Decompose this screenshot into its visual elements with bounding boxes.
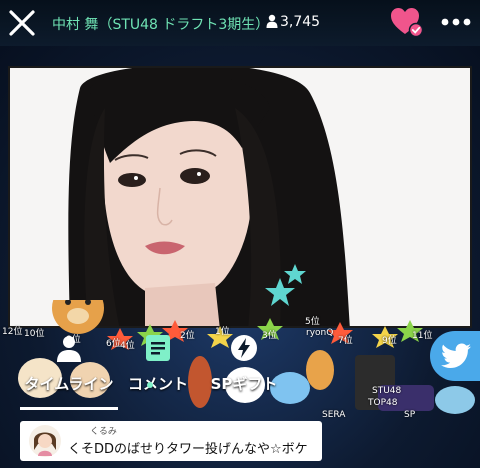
close-icon [9, 10, 35, 36]
tab-label: SPギフト [210, 375, 278, 393]
selected-tab-underline [20, 407, 118, 410]
gift-label: SP [404, 410, 416, 420]
comment-username: くるみ [90, 427, 117, 437]
twitter-share-button[interactable] [430, 331, 480, 381]
bear-gift [52, 300, 104, 334]
gift-label: ryonQ [306, 328, 334, 338]
follow-button[interactable] [390, 6, 424, 38]
heart-check-icon [391, 8, 424, 38]
gift-rank: 5位 [305, 317, 320, 327]
gift-label: SERA [322, 410, 346, 420]
gift-label: STU48 [372, 386, 402, 396]
person-icon [266, 14, 278, 28]
comment-icon [146, 335, 170, 361]
lightning-icon [231, 335, 257, 361]
tab-comment[interactable]: コメント [120, 333, 196, 394]
comment-item[interactable]: くるみ くそDDのばせりタワー投げんなや☆ボケ [20, 421, 322, 461]
viewer-count-value: 3,745 [280, 14, 321, 30]
gift-rank: 9位 [382, 336, 397, 346]
live-video[interactable] [8, 66, 472, 328]
gift-label: TOP48 [368, 398, 398, 408]
tab-bar: タイムライン コメント SPギフト [0, 333, 300, 413]
person-icon [57, 336, 81, 362]
close-button[interactable] [6, 7, 38, 39]
viewer-count: 3,745 [266, 14, 320, 30]
more-button[interactable] [438, 10, 474, 34]
tab-timeline[interactable]: タイムライン [18, 333, 120, 394]
comment-text: くそDDのばせりタワー投げんなや☆ボケ [68, 442, 308, 457]
twitter-icon [441, 343, 471, 368]
tab-label: コメント [127, 375, 188, 393]
streamer-name: 中村 舞（STU48 ドラフト3期生） [52, 17, 270, 33]
tab-label: タイムライン [24, 375, 114, 393]
avatar [29, 425, 61, 457]
gift-rank: 11位 [412, 331, 433, 341]
tab-sp-gift[interactable]: SPギフト [204, 333, 284, 394]
top-bar: 中村 舞（STU48 ドラフト3期生） 3,745 [0, 0, 480, 46]
streamer-video-image [10, 68, 470, 326]
active-indicator-dot [147, 382, 153, 388]
gift-rank: 7位 [338, 336, 353, 346]
more-icon [441, 18, 471, 26]
